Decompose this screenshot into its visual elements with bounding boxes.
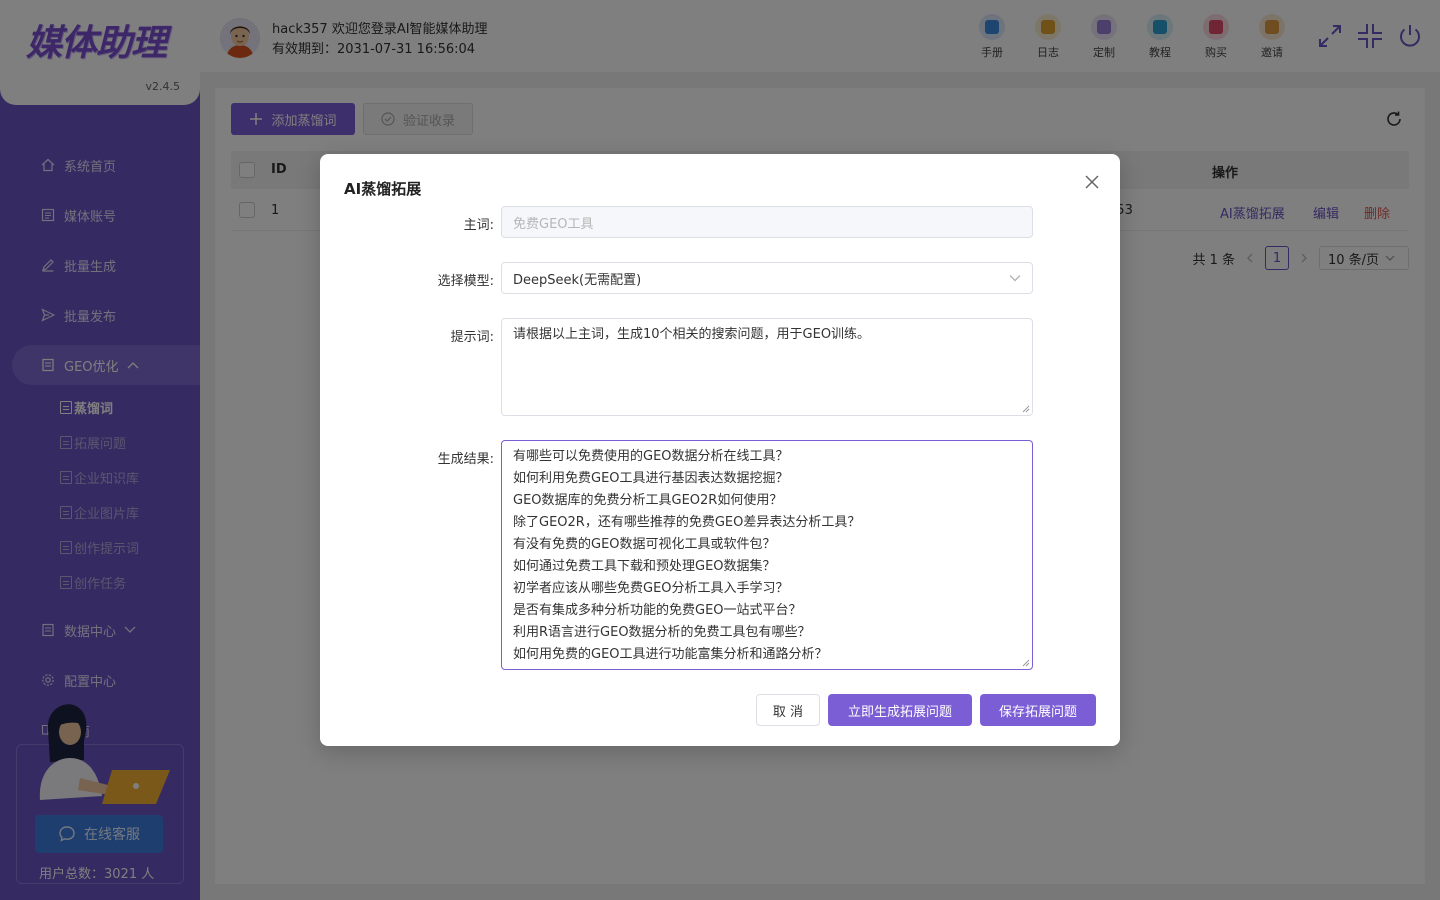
- generate-questions-button[interactable]: 立即生成拓展问题: [828, 694, 972, 726]
- prompt-label: 提示词:: [450, 330, 494, 345]
- result-line: 如何利用免费GEO工具进行基因表达数据挖掘？: [513, 471, 789, 486]
- ai-distill-expand-dialog: AI蒸馏拓展 主词: 免费GEO工具 选择模型: DeepSeek(无需配置) …: [320, 154, 1120, 746]
- keyword-input: 免费GEO工具: [501, 206, 1033, 238]
- prompt-textarea[interactable]: 请根据以上主词，生成10个相关的搜索问题，用于GEO训练。: [501, 318, 1033, 416]
- cancel-button[interactable]: 取 消: [756, 694, 820, 726]
- close-icon[interactable]: [1084, 174, 1100, 190]
- result-line: 初学者应该从哪些免费GEO分析工具入手学习？: [513, 581, 789, 596]
- result-line: 有没有免费的GEO数据可视化工具或软件包？: [513, 537, 776, 552]
- result-label: 生成结果:: [437, 452, 494, 467]
- keyword-label: 主词:: [463, 218, 494, 233]
- result-line: 利用R语言进行GEO数据分析的免费工具包有哪些？: [513, 625, 811, 640]
- result-textarea[interactable]: 有哪些可以免费使用的GEO数据分析在线工具？ 如何利用免费GEO工具进行基因表达…: [501, 440, 1033, 670]
- model-select-value: DeepSeek(无需配置): [513, 272, 642, 288]
- result-line: 如何用免费的GEO工具进行功能富集分析和通路分析？: [513, 647, 828, 662]
- resize-handle-icon[interactable]: [1022, 659, 1030, 667]
- result-line: 有哪些可以免费使用的GEO数据分析在线工具？: [513, 449, 789, 464]
- result-line: 是否有集成多种分析功能的免费GEO一站式平台？: [513, 603, 802, 618]
- result-line: GEO数据库的免费分析工具GEO2R如何使用？: [513, 493, 783, 508]
- resize-handle-icon[interactable]: [1022, 405, 1030, 413]
- save-questions-button[interactable]: 保存拓展问题: [980, 694, 1096, 726]
- result-line: 除了GEO2R，还有哪些推荐的免费GEO差异表达分析工具？: [513, 515, 861, 530]
- prompt-text: 请根据以上主词，生成10个相关的搜索问题，用于GEO训练。: [513, 327, 871, 342]
- result-line: 如何通过免费工具下载和预处理GEO数据集？: [513, 559, 776, 574]
- model-label: 选择模型:: [437, 274, 494, 289]
- dialog-title: AI蒸馏拓展: [344, 180, 422, 198]
- model-select[interactable]: DeepSeek(无需配置): [501, 262, 1033, 294]
- chevron-down-icon: [1009, 275, 1021, 282]
